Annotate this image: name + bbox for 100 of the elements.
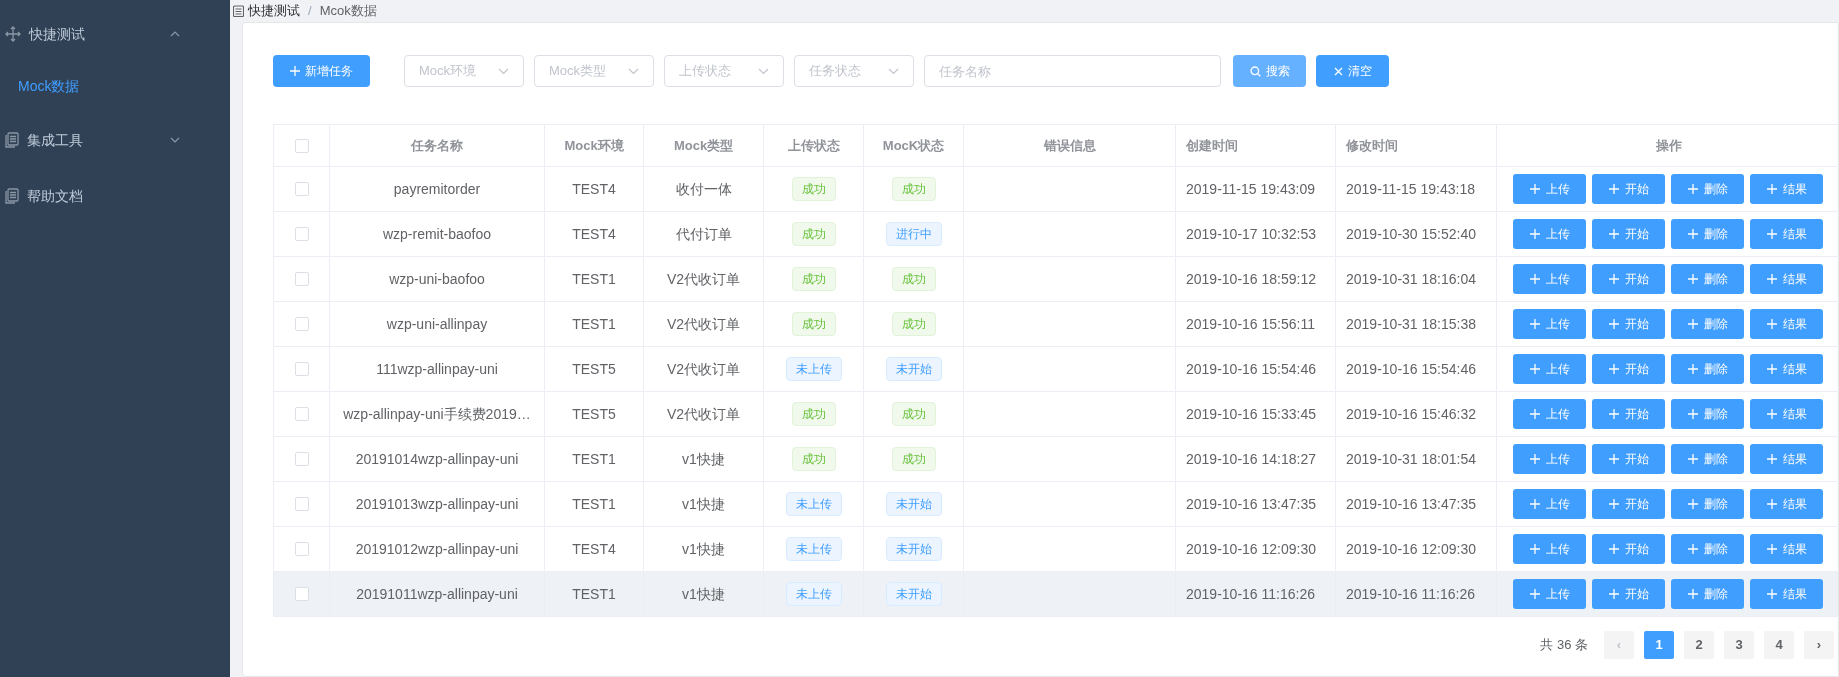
plus-icon [1608, 184, 1619, 194]
action-button[interactable]: 删除 [1671, 489, 1744, 519]
chevron-down-icon [888, 67, 899, 75]
action-button[interactable]: 开始 [1592, 399, 1665, 429]
action-button[interactable]: 上传 [1513, 219, 1586, 249]
row-checkbox[interactable] [294, 452, 309, 466]
select-all-checkbox[interactable] [294, 138, 309, 153]
row-checkbox[interactable] [294, 407, 309, 421]
action-button[interactable]: 上传 [1513, 309, 1586, 339]
action-button[interactable]: 开始 [1592, 489, 1665, 519]
plus-icon [1529, 409, 1540, 419]
plus-icon [1766, 319, 1777, 329]
action-button[interactable]: 开始 [1592, 534, 1665, 564]
action-button[interactable]: 上传 [1513, 399, 1586, 429]
page-button[interactable]: 4 [1764, 631, 1794, 659]
action-button[interactable]: 开始 [1592, 309, 1665, 339]
breadcrumb-item[interactable]: 快捷测试 [248, 1, 300, 21]
search-field[interactable]: 任务名称 [924, 55, 1221, 87]
table-cell-text: V2代收订单 [666, 314, 741, 334]
table-cell-text: TEST5 [572, 359, 616, 379]
action-button[interactable]: 结果 [1750, 489, 1823, 519]
breadcrumb-separator: / [308, 2, 312, 21]
plus-icon [1608, 454, 1619, 464]
filter-select[interactable]: Mock类型 [534, 55, 654, 87]
row-checkbox[interactable] [294, 182, 309, 196]
action-button[interactable]: 结果 [1750, 264, 1823, 294]
row-checkbox[interactable] [294, 317, 309, 331]
page-button[interactable]: 1 [1644, 631, 1674, 659]
table-cell-text: 2019-10-16 18:59:12 [1186, 269, 1316, 289]
action-button[interactable]: 开始 [1592, 354, 1665, 384]
chevron-up-icon [170, 31, 180, 37]
table-cell-text: TEST1 [572, 494, 616, 514]
plus-icon [1529, 454, 1540, 464]
action-button[interactable]: 删除 [1671, 264, 1744, 294]
table-cell-text: 2019-10-31 18:01:54 [1346, 449, 1476, 469]
action-button[interactable]: 开始 [1592, 579, 1665, 609]
action-button[interactable]: 结果 [1750, 579, 1823, 609]
row-checkbox[interactable] [294, 497, 309, 511]
plus-icon [1687, 364, 1698, 374]
row-checkbox[interactable] [294, 272, 309, 286]
row-checkbox[interactable] [294, 542, 309, 556]
sidebar-menu-item[interactable]: 帮助文档 [0, 168, 230, 224]
row-checkbox[interactable] [294, 227, 309, 241]
search-button[interactable]: 搜索 [1233, 55, 1306, 87]
action-button[interactable]: 结果 [1750, 354, 1823, 384]
action-button[interactable]: 删除 [1671, 219, 1744, 249]
action-button[interactable]: 上传 [1513, 354, 1586, 384]
table-cell-text: V2代收订单 [666, 404, 741, 424]
action-button[interactable]: 上传 [1513, 489, 1586, 519]
action-button[interactable]: 删除 [1671, 354, 1744, 384]
action-button[interactable]: 结果 [1750, 219, 1823, 249]
sidebar-menu-item[interactable]: 快捷测试 [0, 6, 230, 62]
clear-button[interactable]: 清空 [1316, 55, 1389, 87]
action-button[interactable]: 删除 [1671, 174, 1744, 204]
table-cell-text: 2019-11-15 19:43:18 [1346, 179, 1475, 199]
filter-select[interactable]: 任务状态 [794, 55, 914, 87]
add-task-button[interactable]: 新增任务 [273, 55, 370, 87]
action-button[interactable]: 删除 [1671, 534, 1744, 564]
action-button[interactable]: 上传 [1513, 264, 1586, 294]
next-page-button[interactable]: › [1804, 631, 1834, 659]
sidebar-submenu-item[interactable]: Mock数据 [0, 62, 230, 110]
status-tag: 未开始 [885, 582, 942, 606]
plus-icon [1766, 274, 1777, 284]
plus-icon [1608, 274, 1619, 284]
action-button[interactable]: 结果 [1750, 534, 1823, 564]
plus-icon [1608, 544, 1619, 554]
row-checkbox[interactable] [294, 362, 309, 376]
action-button[interactable]: 删除 [1671, 399, 1744, 429]
action-button[interactable]: 删除 [1671, 309, 1744, 339]
action-button[interactable]: 上传 [1513, 579, 1586, 609]
action-button[interactable]: 结果 [1750, 399, 1823, 429]
filter-select[interactable]: 上传状态 [664, 55, 784, 87]
filter-select[interactable]: Mock环境 [404, 55, 524, 87]
sidebar-menu-item[interactable]: 集成工具 [0, 112, 230, 168]
page-button[interactable]: 2 [1684, 631, 1714, 659]
action-button[interactable]: 删除 [1671, 444, 1744, 474]
action-button[interactable]: 上传 [1513, 444, 1586, 474]
action-button[interactable]: 删除 [1671, 579, 1744, 609]
action-button[interactable]: 开始 [1592, 444, 1665, 474]
plus-icon [1766, 229, 1777, 239]
page-button[interactable]: 3 [1724, 631, 1754, 659]
action-button[interactable]: 开始 [1592, 219, 1665, 249]
action-button[interactable]: 开始 [1592, 264, 1665, 294]
status-tag: 成功 [791, 402, 836, 426]
action-button[interactable]: 开始 [1592, 174, 1665, 204]
plus-icon [1687, 319, 1698, 329]
action-button[interactable]: 上传 [1513, 534, 1586, 564]
table-cell-text: 2019-10-17 10:32:53 [1186, 224, 1316, 244]
table-cell-text: V2代收订单 [666, 359, 741, 379]
action-button[interactable]: 结果 [1750, 174, 1823, 204]
table-cell-text: v1快捷 [682, 584, 725, 604]
status-tag: 成功 [891, 177, 936, 201]
table-cell-text: 2019-11-15 19:43:09 [1186, 179, 1315, 199]
plus-icon [1766, 454, 1777, 464]
row-checkbox[interactable] [294, 587, 309, 601]
table-cell-text: wzp-uni-allinpay [386, 314, 488, 334]
status-tag: 成功 [891, 402, 936, 426]
action-button[interactable]: 结果 [1750, 309, 1823, 339]
action-button[interactable]: 上传 [1513, 174, 1586, 204]
action-button[interactable]: 结果 [1750, 444, 1823, 474]
